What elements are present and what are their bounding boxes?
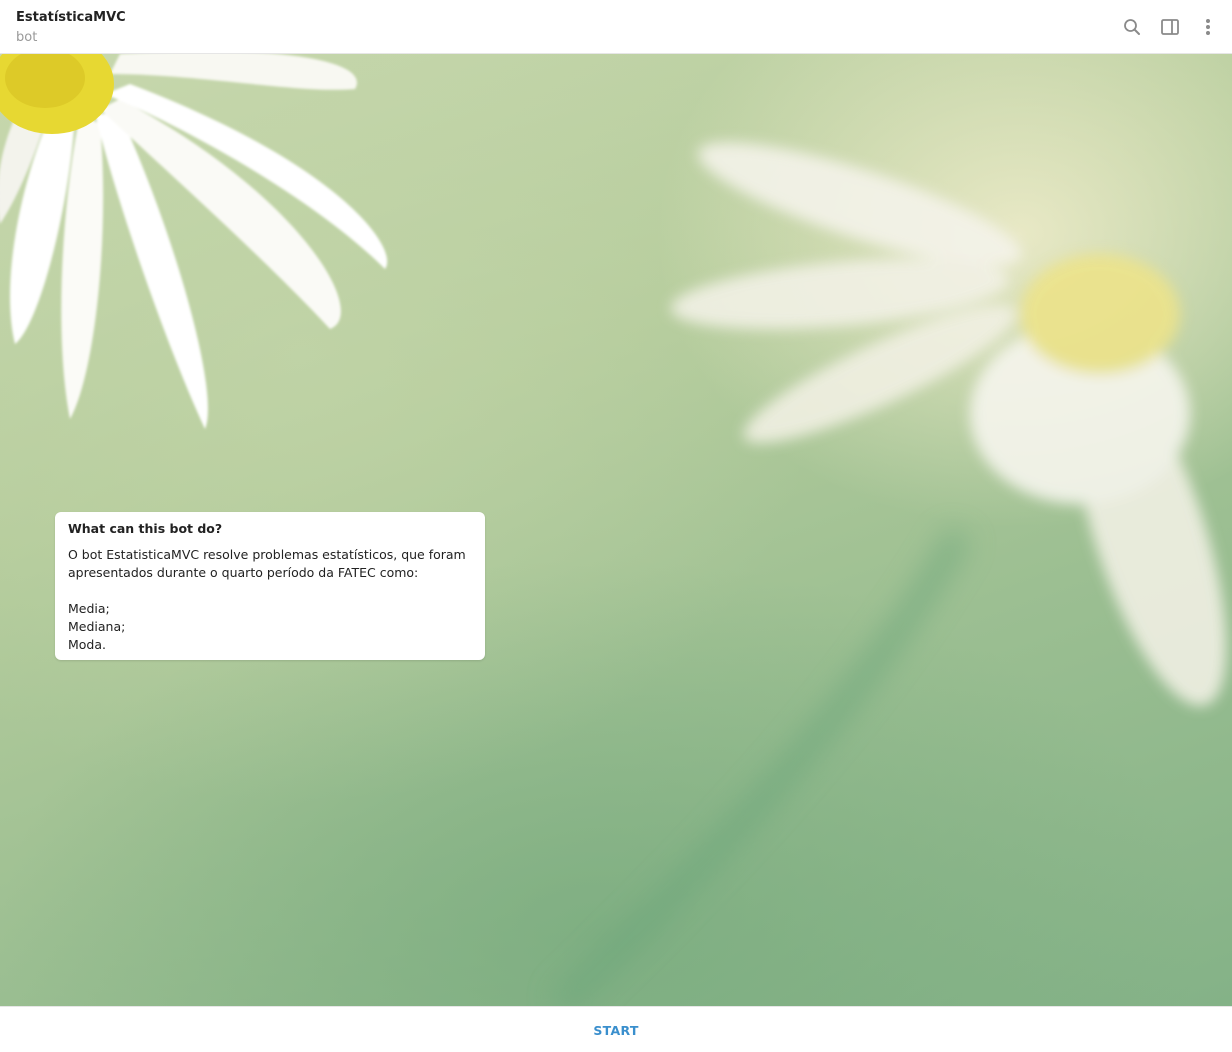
sidebar-toggle-icon[interactable] bbox=[1157, 14, 1183, 40]
search-icon[interactable] bbox=[1119, 14, 1145, 40]
start-button[interactable]: START bbox=[0, 1007, 1232, 1052]
bot-info-description: O bot EstatisticaMVC resolve problemas e… bbox=[68, 547, 466, 652]
chat-title[interactable]: EstatísticaMVC bbox=[16, 10, 126, 25]
chat-status: bot bbox=[16, 30, 38, 45]
bottom-bar: START bbox=[0, 1006, 1232, 1052]
chat-wallpaper: What can this bot do? O bot EstatisticaM… bbox=[0, 54, 1232, 1006]
more-vertical-icon[interactable] bbox=[1195, 14, 1221, 40]
bot-info-card: What can this bot do? O bot EstatisticaM… bbox=[55, 512, 485, 660]
bot-info-title: What can this bot do? bbox=[68, 521, 223, 536]
chat-header: EstatísticaMVC bot bbox=[0, 0, 1232, 54]
